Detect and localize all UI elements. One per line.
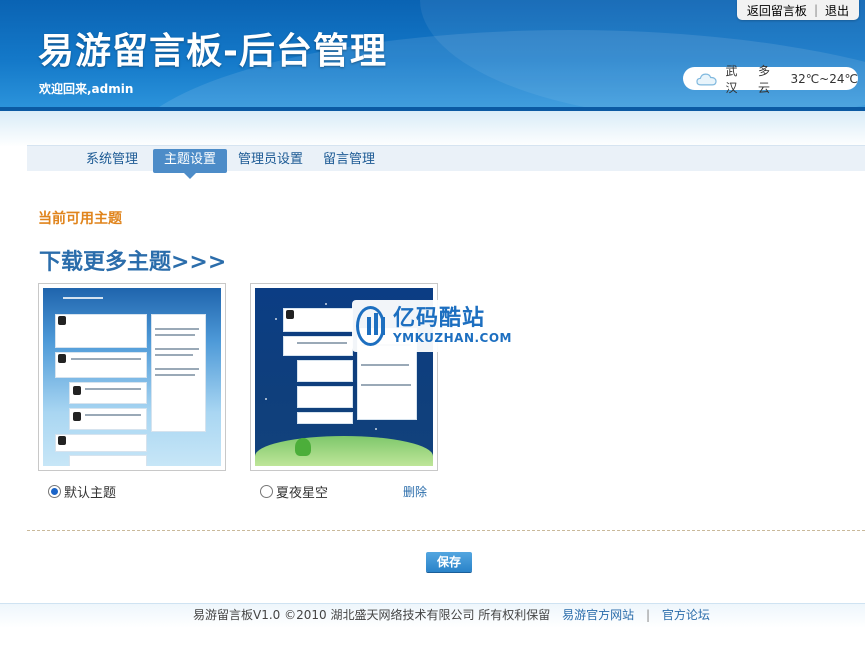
watermark: 亿码酷站 YMKUZHAN.COM <box>352 300 512 352</box>
welcome-text: 欢迎回来,admin <box>39 82 134 96</box>
watermark-title: 亿码酷站 <box>392 306 485 331</box>
theme-name-default: 默认主题 <box>64 486 117 501</box>
site-title: 易游留言板-后台管理 <box>38 31 387 72</box>
theme-preview-image <box>43 288 221 466</box>
theme-name-summer-night: 夏夜星空 <box>276 486 329 501</box>
download-more-themes-link[interactable]: 下载更多主题>>> <box>39 244 226 276</box>
divider <box>27 530 865 531</box>
theme-option-default[interactable]: 默认主题 <box>48 482 116 501</box>
logout-link[interactable]: 退出 <box>825 2 849 19</box>
tab-system-settings[interactable]: 系统管理 <box>75 149 149 173</box>
main-nav: 系统管理 主题设置 管理员设置 留言管理 <box>27 145 865 179</box>
footer-separator: | <box>645 608 650 622</box>
watermark-subtitle: YMKUZHAN.COM <box>392 331 512 345</box>
top-links: 返回留言板 | 退出 <box>736 0 859 20</box>
official-forum-link[interactable]: 官方论坛 <box>662 608 710 622</box>
weather-city: 武汉 <box>725 63 738 95</box>
tab-theme-settings[interactable]: 主题设置 <box>153 149 228 179</box>
save-button[interactable]: 保存 <box>426 552 472 572</box>
theme-thumbnail-default[interactable] <box>38 283 226 471</box>
tab-admin-settings[interactable]: 管理员设置 <box>227 149 314 173</box>
footer-copyright: 易游留言板V1.0 ©2010 湖北盛天网络技术有限公司 所有权利保留 <box>193 608 551 622</box>
theme-radio-default[interactable] <box>48 485 61 498</box>
cloud-icon <box>696 73 717 85</box>
theme-option-summer-night[interactable]: 夏夜星空 <box>260 482 328 501</box>
watermark-logo-icon <box>356 306 385 346</box>
section-title: 当前可用主题 <box>38 211 122 227</box>
weather-temp: 32℃~24℃ <box>790 71 858 86</box>
official-site-link[interactable]: 易游官方网站 <box>562 608 634 622</box>
theme-radio-summer-night[interactable] <box>260 485 273 498</box>
subheader-band <box>0 111 865 147</box>
back-to-board-link[interactable]: 返回留言板 <box>747 2 807 19</box>
weather-widget: 武汉 多云 32℃~24℃ <box>683 64 858 95</box>
weather-condition: 多云 <box>757 63 770 95</box>
tab-message-management[interactable]: 留言管理 <box>312 149 386 173</box>
delete-theme-link[interactable]: 删除 <box>403 483 427 500</box>
footer-text: 易游留言板V1.0 ©2010 湖北盛天网络技术有限公司 所有权利保留 易游官方… <box>193 606 710 623</box>
separator: | <box>813 3 818 17</box>
